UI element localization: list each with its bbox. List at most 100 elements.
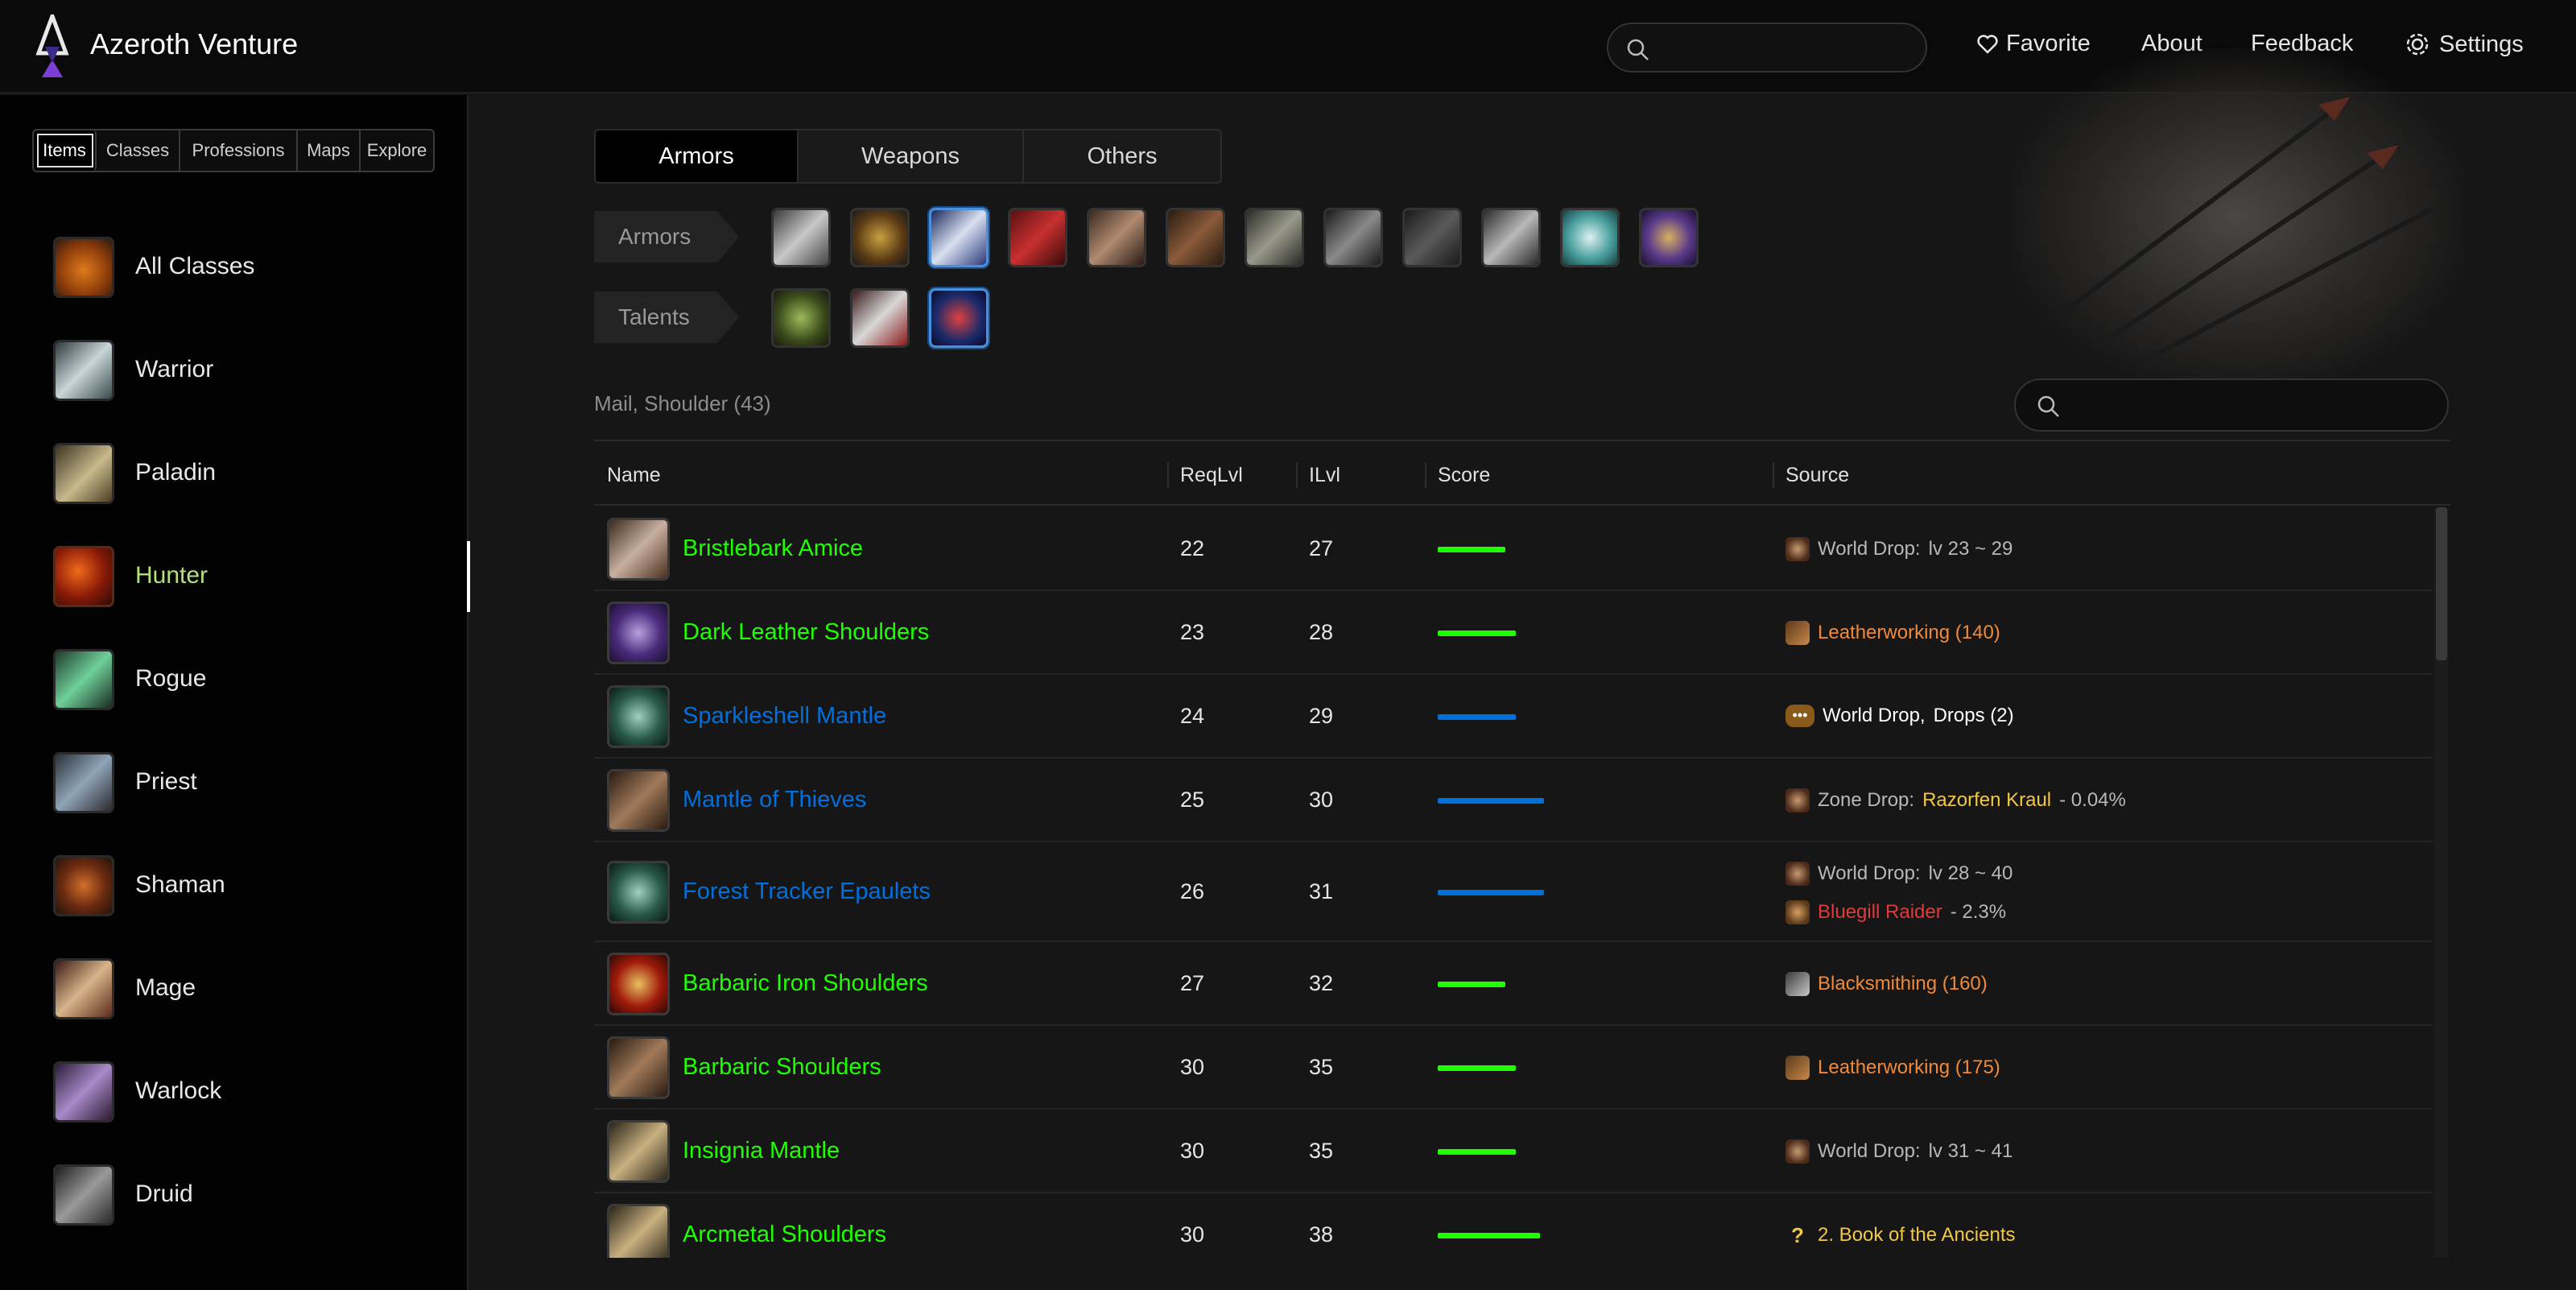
table-row[interactable]: Bristlebark Amice 22 27 World Drop: lv 23 ~ …: [594, 507, 2433, 591]
necklace-icon[interactable]: [850, 208, 910, 267]
shoulder-insignia-icon[interactable]: [607, 1204, 670, 1258]
marksmanship-icon[interactable]: [850, 288, 910, 348]
source-entry[interactable]: ••• World Drop, Drops (2): [1785, 705, 2014, 727]
score-bar: [1438, 1233, 1540, 1238]
source-entry[interactable]: World Drop: lv 23 ~ 29: [1785, 537, 2013, 561]
class-item-mage[interactable]: Mage: [0, 937, 469, 1040]
table-row[interactable]: Barbaric Shoulders 30 35 Leatherworking (17…: [594, 1026, 2433, 1110]
source-entry[interactable]: ? 2. Book of the Ancients: [1785, 1223, 2016, 1247]
table-row[interactable]: Barbaric Iron Shoulders 27 32 Blacksmithing…: [594, 942, 2433, 1026]
item-name-link[interactable]: Barbaric Iron Shoulders: [683, 970, 928, 997]
source-text[interactable]: Bluegill Raider: [1818, 901, 1942, 924]
ring-icon[interactable]: [1560, 208, 1620, 267]
item-search-input[interactable]: [2014, 378, 2449, 432]
item-name-link[interactable]: Insignia Mantle: [683, 1138, 840, 1164]
table-row[interactable]: Forest Tracker Epaulets 26 31 World Drop: lv…: [594, 842, 2433, 942]
shoulder-brown-icon[interactable]: [607, 769, 670, 832]
source-entry[interactable]: Bluegill Raider - 2.3%: [1785, 900, 2006, 924]
source-text[interactable]: Blacksmithing (160): [1818, 973, 1988, 995]
belt-icon[interactable]: [1323, 208, 1383, 267]
class-item-priest[interactable]: Priest: [0, 731, 469, 834]
sidebar-tab-professions[interactable]: Professions: [180, 130, 298, 171]
class-label: Paladin: [135, 459, 217, 486]
class-item-all-classes[interactable]: All Classes: [0, 216, 469, 319]
item-name-link[interactable]: Bristlebark Amice: [683, 535, 863, 562]
item-name-link[interactable]: Sparkleshell Mantle: [683, 703, 886, 730]
source-text[interactable]: Drops (2): [1934, 705, 2014, 727]
source-text: World Drop:: [1818, 862, 1921, 884]
table-row[interactable]: Insignia Mantle 30 35 World Drop: lv 31 ~ 41: [594, 1110, 2433, 1193]
gloves-icon[interactable]: [1245, 208, 1304, 267]
class-item-shaman[interactable]: Shaman: [0, 834, 469, 937]
table-scrollbar[interactable]: [2434, 507, 2449, 1258]
item-name-link[interactable]: Barbaric Shoulders: [683, 1054, 881, 1081]
item-name-link[interactable]: Arcmetal Shoulders: [683, 1222, 886, 1248]
helmet-icon[interactable]: [771, 208, 831, 267]
global-search-input[interactable]: [1607, 23, 1927, 72]
leatherworking-icon: [1785, 621, 1810, 645]
tab-armors[interactable]: Armors: [596, 130, 799, 182]
class-item-paladin[interactable]: Paladin: [0, 422, 469, 525]
sidebar-tab-maps[interactable]: Maps: [298, 130, 361, 171]
class-item-warlock[interactable]: Warlock: [0, 1040, 469, 1143]
table-row[interactable]: Arcmetal Shoulders 30 38? 2. Book of the An…: [594, 1193, 2433, 1258]
col-ilvl-header[interactable]: ILvl: [1309, 464, 1340, 487]
shoulder-icon[interactable]: [929, 208, 989, 267]
class-label: Warlock: [135, 1077, 222, 1104]
survival-icon[interactable]: [929, 288, 989, 348]
item-name-link[interactable]: Forest Tracker Epaulets: [683, 879, 931, 905]
logo-icon[interactable]: [35, 14, 69, 79]
source-text[interactable]: Razorfen Kraul: [1922, 789, 2051, 812]
shoulder-teal-icon[interactable]: [607, 861, 670, 924]
col-reqlvl-header[interactable]: ReqLvl: [1180, 464, 1243, 487]
sidebar-tab-items[interactable]: Items: [34, 130, 97, 171]
shoulder-bark-icon[interactable]: [607, 518, 670, 581]
shoulder-purple-icon[interactable]: [607, 602, 670, 664]
source-entry[interactable]: Blacksmithing (160): [1785, 972, 1988, 996]
scrollbar-thumb[interactable]: [2436, 507, 2447, 660]
cloak-icon[interactable]: [1008, 208, 1067, 267]
item-level: 28: [1309, 620, 1334, 644]
sidebar-tab-classes[interactable]: Classes: [97, 130, 180, 171]
arrows-icon: [2059, 94, 2433, 365]
col-score-header[interactable]: Score: [1438, 464, 1490, 487]
class-item-warrior[interactable]: Warrior: [0, 319, 469, 422]
app-title[interactable]: Azeroth Venture: [90, 27, 298, 61]
shoulder-teal-icon[interactable]: [607, 685, 670, 748]
class-item-hunter[interactable]: Hunter: [0, 525, 470, 628]
bracer-icon[interactable]: [1166, 208, 1225, 267]
chest-icon[interactable]: [1087, 208, 1146, 267]
trinket-icon[interactable]: [1639, 208, 1699, 267]
boots-icon[interactable]: [1481, 208, 1541, 267]
source-entry[interactable]: World Drop: lv 28 ~ 40: [1785, 862, 2013, 886]
source-entry[interactable]: Leatherworking (140): [1785, 621, 2000, 645]
item-name-link[interactable]: Dark Leather Shoulders: [683, 619, 929, 646]
col-name-header[interactable]: Name: [607, 464, 661, 487]
source-entry[interactable]: World Drop: lv 31 ~ 41: [1785, 1139, 2013, 1164]
sidebar-tab-explore[interactable]: Explore: [361, 130, 433, 171]
shoulder-red-icon[interactable]: [607, 953, 670, 1015]
col-source-header[interactable]: Source: [1785, 464, 1849, 487]
source-text[interactable]: World Drop,: [1823, 705, 1926, 727]
shoulder-brown-icon[interactable]: [607, 1036, 670, 1099]
table-row[interactable]: Mantle of Thieves 25 30 Zone Drop: Razorfen …: [594, 759, 2433, 842]
class-item-rogue[interactable]: Rogue: [0, 628, 469, 731]
table-row[interactable]: Dark Leather Shoulders 23 28 Leatherworking…: [594, 591, 2433, 675]
blacksmithing-icon: [1785, 972, 1810, 996]
table-row[interactable]: Sparkleshell Mantle 24 29 ••• World Drop, Dro…: [594, 675, 2433, 759]
class-item-druid[interactable]: Druid: [0, 1143, 469, 1247]
legs-icon[interactable]: [1402, 208, 1462, 267]
tab-weapons[interactable]: Weapons: [799, 130, 1024, 182]
shoulder-insignia-icon[interactable]: [607, 1120, 670, 1183]
source-entry[interactable]: Zone Drop: Razorfen Kraul - 0.04%: [1785, 788, 2126, 812]
source-text[interactable]: Leatherworking (175): [1818, 1056, 2000, 1079]
tab-others[interactable]: Others: [1024, 130, 1220, 182]
item-level: 32: [1309, 971, 1334, 995]
source-entry[interactable]: Leatherworking (175): [1785, 1056, 2000, 1080]
sword-icon: [53, 340, 114, 401]
beast-mastery-icon[interactable]: [771, 288, 831, 348]
source-text[interactable]: 2. Book of the Ancients: [1818, 1224, 2016, 1247]
source-text[interactable]: Leatherworking (140): [1818, 622, 2000, 644]
req-level: 30: [1180, 1222, 1205, 1247]
item-name-link[interactable]: Mantle of Thieves: [683, 787, 866, 813]
